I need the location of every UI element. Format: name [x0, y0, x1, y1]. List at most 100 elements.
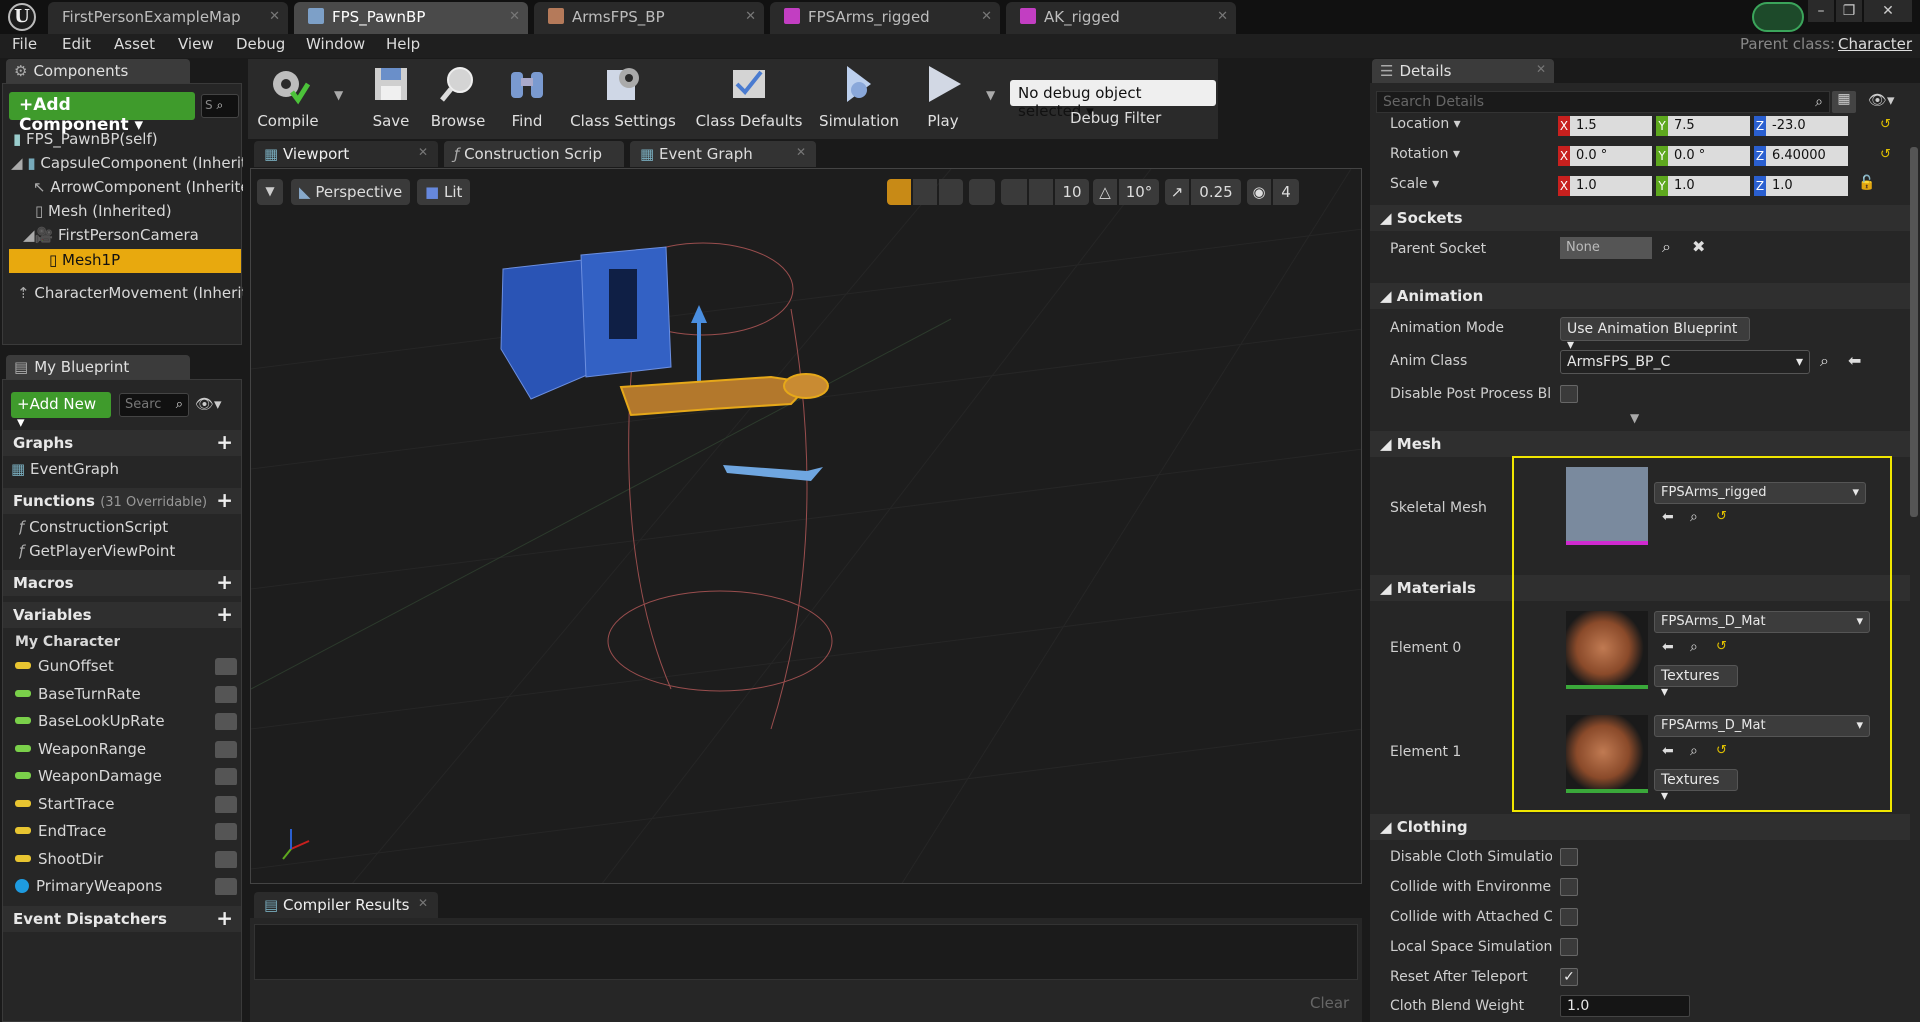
- component-item-mesh1p[interactable]: ▯ Mesh1P: [9, 249, 241, 273]
- cloth-blend-weight-field[interactable]: 1.0: [1560, 995, 1690, 1017]
- browse-socket-magnifier-icon[interactable]: ⌕: [1662, 237, 1671, 257]
- add-function-plus-icon[interactable]: +: [216, 490, 233, 510]
- location-x-field[interactable]: 1.5: [1570, 116, 1652, 136]
- scale-y-field[interactable]: 1.0: [1668, 176, 1750, 196]
- animation-mode-select[interactable]: Use Animation Blueprint ▾: [1560, 317, 1750, 353]
- close-icon[interactable]: ✕: [418, 896, 428, 910]
- tab-viewport[interactable]: ▦ Viewport ✕: [254, 141, 438, 167]
- rotate-mode-icon[interactable]: [913, 179, 937, 205]
- function-item-construction[interactable]: ƒ ConstructionScript: [19, 518, 239, 536]
- rotation-y-field[interactable]: 0.0 °: [1668, 146, 1750, 166]
- view-options-eye-icon[interactable]: 👁▾: [1868, 91, 1912, 113]
- property-matrix-icon[interactable]: ▦: [1832, 91, 1856, 113]
- component-item-movement[interactable]: ⇡ CharacterMovement (Inherit: [17, 284, 243, 302]
- close-icon[interactable]: ✕: [1536, 62, 1546, 76]
- clothing-option-checkbox[interactable]: [1560, 938, 1578, 956]
- variable-item[interactable]: GunOffset: [15, 657, 239, 675]
- scale-snap-icon[interactable]: ↗: [1165, 179, 1189, 205]
- visibility-eye-icon[interactable]: [215, 768, 237, 785]
- grid-snap-value[interactable]: 10: [1055, 179, 1089, 205]
- lock-icon[interactable]: 🔓: [1858, 175, 1875, 191]
- grid-snap-icon[interactable]: [1029, 179, 1053, 205]
- tab-construction-script[interactable]: ƒ Construction Scrip: [444, 141, 624, 167]
- components-search-input[interactable]: S ⌕: [201, 94, 239, 118]
- component-item-mesh[interactable]: ▯ Mesh (Inherited): [35, 202, 243, 220]
- variable-item[interactable]: ShootDir: [15, 850, 239, 868]
- clothing-option-checkbox[interactable]: [1560, 908, 1578, 926]
- translate-mode-icon[interactable]: [887, 179, 911, 205]
- viewport-options-button[interactable]: ▼: [257, 179, 283, 205]
- source-control-icon[interactable]: [1752, 2, 1804, 32]
- scale-mode-icon[interactable]: [939, 179, 963, 205]
- tab-fps-pawnbp[interactable]: FPS_PawnBP ✕: [294, 2, 528, 34]
- rotation-label[interactable]: Rotation ▾: [1390, 146, 1460, 162]
- component-root[interactable]: ▮ FPS_PawnBP(self): [13, 130, 233, 148]
- browse-anim-class-magnifier-icon[interactable]: ⌕: [1820, 351, 1829, 371]
- play-options-chevron-icon[interactable]: ▼: [986, 88, 995, 102]
- add-component-button[interactable]: +Add Component ▾: [9, 92, 195, 135]
- section-graphs[interactable]: Graphs +: [3, 430, 241, 456]
- browse-button[interactable]: Browse: [426, 62, 490, 132]
- section-functions[interactable]: Functions (31 Overridable) +: [3, 488, 241, 514]
- variable-category[interactable]: My Character: [15, 634, 120, 650]
- compile-options-chevron-icon[interactable]: ▼: [334, 88, 343, 102]
- parent-socket-field[interactable]: None: [1560, 237, 1652, 259]
- my-blueprint-tab[interactable]: ▤ My Blueprint: [6, 355, 190, 379]
- visibility-eye-icon[interactable]: [215, 850, 237, 868]
- menu-asset[interactable]: Asset: [114, 35, 155, 53]
- location-z-field[interactable]: -23.0: [1766, 116, 1848, 136]
- rotation-z-field[interactable]: 6.40000: [1766, 146, 1848, 166]
- disable-post-process-checkbox[interactable]: [1560, 385, 1578, 403]
- variable-item[interactable]: StartTrace: [15, 795, 239, 813]
- debug-object-select[interactable]: No debug object selected ▾: [1010, 80, 1216, 120]
- section-event-dispatchers[interactable]: Event Dispatchers +: [3, 906, 241, 932]
- add-graph-plus-icon[interactable]: +: [216, 432, 233, 452]
- component-item-camera[interactable]: ◢🎥 FirstPersonCamera: [23, 226, 243, 244]
- tab-arms-fps-bp[interactable]: ArmsFPS_BP ✕: [534, 2, 764, 34]
- tab-ak-rigged[interactable]: AK_rigged ✕: [1006, 2, 1236, 34]
- variable-item[interactable]: WeaponRange: [15, 740, 239, 758]
- menu-window[interactable]: Window: [306, 35, 365, 53]
- section-sockets[interactable]: ◢ Sockets: [1370, 205, 1910, 231]
- menu-view[interactable]: View: [178, 35, 214, 53]
- location-label[interactable]: Location ▾: [1390, 116, 1461, 132]
- close-icon[interactable]: ✕: [418, 145, 428, 159]
- menu-debug[interactable]: Debug: [236, 35, 285, 53]
- scale-x-field[interactable]: 1.0: [1570, 176, 1652, 196]
- variable-item[interactable]: BaseTurnRate: [15, 685, 239, 703]
- maximize-button[interactable]: ❐: [1836, 0, 1862, 22]
- add-variable-plus-icon[interactable]: +: [216, 604, 233, 624]
- section-variables[interactable]: Variables +: [3, 602, 241, 628]
- class-settings-button[interactable]: Class Settings: [568, 62, 678, 132]
- clothing-option-checkbox[interactable]: [1560, 848, 1578, 866]
- close-icon[interactable]: ✕: [981, 9, 992, 24]
- add-new-button[interactable]: +Add New ▾: [11, 392, 111, 431]
- menu-file[interactable]: File: [12, 35, 37, 53]
- camera-speed-icon[interactable]: ◉: [1247, 179, 1271, 205]
- menu-edit[interactable]: Edit: [62, 35, 91, 53]
- tab-event-graph[interactable]: ▦ Event Graph ✕: [630, 141, 816, 167]
- simulation-button[interactable]: Simulation: [816, 62, 902, 132]
- location-y-field[interactable]: 7.5: [1668, 116, 1750, 136]
- minimize-button[interactable]: –: [1808, 0, 1834, 22]
- tab-fpsarms-rigged[interactable]: FPSArms_rigged ✕: [770, 2, 1000, 34]
- rotation-snap-icon[interactable]: △: [1093, 179, 1117, 205]
- scale-snap-value[interactable]: 0.25: [1191, 179, 1241, 205]
- section-macros[interactable]: Macros +: [3, 570, 241, 596]
- reset-to-default-icon[interactable]: ↺: [1880, 117, 1891, 132]
- close-icon[interactable]: ✕: [796, 145, 806, 159]
- compile-button[interactable]: Compile: [254, 62, 322, 132]
- visibility-eye-icon[interactable]: [215, 740, 237, 758]
- use-selected-arrow-icon[interactable]: ⬅: [1848, 351, 1861, 370]
- play-button[interactable]: Play: [910, 62, 976, 132]
- viewport[interactable]: ▼ ◣ Perspective ■ Lit 10 △ 10° ↗ 0.25 ◉ …: [250, 168, 1362, 884]
- section-mesh[interactable]: ◢ Mesh: [1370, 431, 1910, 457]
- close-window-button[interactable]: ✕: [1864, 0, 1912, 22]
- parent-class-link[interactable]: Character: [1838, 35, 1912, 53]
- blueprint-search-input[interactable]: Searc ⌕: [119, 393, 189, 417]
- visibility-eye-icon[interactable]: [215, 713, 237, 730]
- components-tab[interactable]: ⚙ Components: [6, 59, 190, 83]
- reset-to-default-icon[interactable]: ↺: [1880, 147, 1891, 162]
- variable-item[interactable]: PrimaryWeapons: [15, 877, 239, 895]
- section-clothing[interactable]: ◢ Clothing: [1370, 814, 1910, 840]
